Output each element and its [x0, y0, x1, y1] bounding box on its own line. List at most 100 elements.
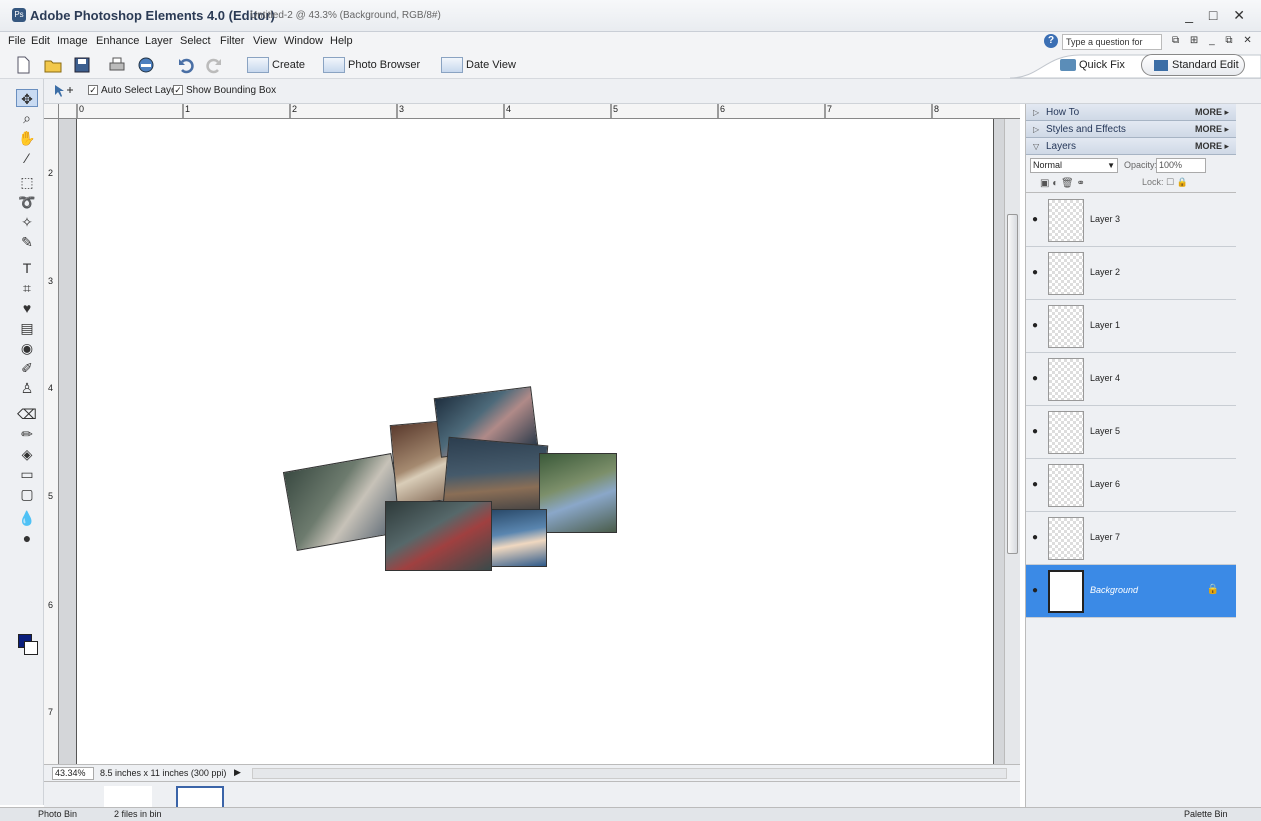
photo-layer-4[interactable]: [539, 453, 617, 533]
standard-edit-button[interactable]: Standard Edit: [1141, 54, 1245, 76]
tool-options-bar: ✓ Auto Select Layer ✓ Show Bounding Box: [0, 79, 1261, 104]
sponge-tool-icon[interactable]: ●: [16, 529, 38, 547]
canvas-horizontal-scrollbar[interactable]: [252, 768, 1007, 779]
move-tool-preset-icon[interactable]: [52, 83, 74, 99]
visibility-eye-icon[interactable]: ●: [1032, 320, 1038, 331]
layer-row[interactable]: ● Layer 1: [1026, 300, 1237, 353]
zoom-field[interactable]: 43.34%: [52, 767, 94, 780]
layer-row[interactable]: ● Layer 5: [1026, 406, 1237, 459]
clone-stamp-tool-icon[interactable]: ♙: [16, 379, 38, 397]
layer-row[interactable]: ● Layer 7: [1026, 512, 1237, 565]
print-icon[interactable]: [108, 56, 126, 74]
bin-thumbnail-2[interactable]: [176, 786, 224, 809]
layers-more-button[interactable]: MORE ▸: [1195, 138, 1229, 155]
new-file-icon[interactable]: [14, 56, 32, 74]
selection-brush-tool-icon[interactable]: ✎: [16, 233, 38, 251]
eyedropper-tool-icon[interactable]: ⁄: [16, 149, 38, 167]
straighten-tool-icon[interactable]: ▤: [16, 319, 38, 337]
create-button[interactable]: Create: [247, 57, 305, 73]
layer-row[interactable]: ● Layer 6: [1026, 459, 1237, 512]
palette-bin-toggle[interactable]: Palette Bin: [1184, 809, 1228, 819]
document-canvas[interactable]: [76, 119, 994, 764]
blur-tool-icon[interactable]: 💧: [16, 509, 38, 527]
photo-layer-5[interactable]: [385, 501, 492, 571]
menu-edit[interactable]: Edit: [31, 35, 50, 47]
layer-name: Layer 1: [1090, 320, 1121, 330]
visibility-eye-icon[interactable]: ●: [1032, 214, 1038, 225]
status-menu-arrow-icon[interactable]: ▶: [234, 767, 241, 778]
share-icon[interactable]: [137, 56, 155, 74]
layer-thumbnail: [1048, 411, 1084, 454]
bin-thumbnail-1[interactable]: [104, 786, 152, 809]
help-search-input[interactable]: Type a question for help: [1062, 34, 1162, 61]
eraser-tool-icon[interactable]: ⌫: [16, 405, 38, 423]
date-view-button[interactable]: Date View: [441, 57, 516, 73]
open-folder-icon[interactable]: [44, 56, 62, 74]
app-logo-icon: Ps: [12, 8, 26, 22]
menu-layer[interactable]: Layer: [145, 35, 173, 47]
visibility-eye-icon[interactable]: ●: [1032, 532, 1038, 543]
layer-row-background[interactable]: ● Background 🔒: [1026, 565, 1237, 618]
opacity-label: Opacity:: [1124, 160, 1158, 170]
marquee-tool-icon[interactable]: ⬚: [16, 173, 38, 191]
how-to-palette-header[interactable]: ▷ How To MORE ▸: [1026, 104, 1237, 121]
undo-icon[interactable]: [177, 56, 195, 74]
menu-filter[interactable]: Filter: [220, 35, 244, 47]
show-bounding-box-checkbox[interactable]: ✓ Show Bounding Box: [173, 85, 276, 96]
menu-window[interactable]: Window: [284, 35, 323, 47]
how-to-more-button[interactable]: MORE ▸: [1195, 104, 1229, 121]
layers-palette-header[interactable]: ▽ Layers MORE ▸: [1026, 138, 1237, 155]
styles-effects-palette-header[interactable]: ▷ Styles and Effects MORE ▸: [1026, 121, 1237, 138]
menu-image[interactable]: Image: [57, 35, 88, 47]
gradient-tool-icon[interactable]: ▭: [16, 465, 38, 483]
layer-row[interactable]: ● Layer 3: [1026, 194, 1237, 247]
cookie-cutter-tool-icon[interactable]: ♥: [16, 299, 38, 317]
magic-wand-tool-icon[interactable]: ✧: [16, 213, 38, 231]
canvas-scroll-thumb[interactable]: [1007, 214, 1018, 554]
paint-bucket-tool-icon[interactable]: ◈: [16, 445, 38, 463]
photo-bin-toggle[interactable]: Photo Bin: [38, 809, 77, 819]
layer-row[interactable]: ● Layer 4: [1026, 353, 1237, 406]
quick-fix-button[interactable]: Quick Fix: [1060, 55, 1134, 75]
layer-name: Layer 4: [1090, 373, 1121, 383]
visibility-eye-icon[interactable]: ●: [1032, 585, 1038, 596]
menu-help[interactable]: Help: [330, 35, 353, 47]
move-tool-icon[interactable]: ✥: [16, 89, 38, 107]
layer-name: Layer 2: [1090, 267, 1121, 277]
shape-tool-icon[interactable]: ▢: [16, 485, 38, 503]
window-controls[interactable]: _ □ ✕: [1185, 7, 1251, 24]
photo-bin: [44, 781, 1020, 809]
red-eye-tool-icon[interactable]: ◉: [16, 339, 38, 357]
document-window-controls[interactable]: ⧉ ⊞ _ ⧉ ✕: [1172, 35, 1256, 46]
visibility-eye-icon[interactable]: ●: [1032, 373, 1038, 384]
menu-file[interactable]: File: [8, 35, 26, 47]
menu-view[interactable]: View: [253, 35, 277, 47]
brush-tool-icon[interactable]: ✏: [16, 425, 38, 443]
vruler-label-5: 5: [48, 491, 54, 501]
lasso-tool-icon[interactable]: ➰: [16, 193, 38, 211]
visibility-eye-icon[interactable]: ●: [1032, 267, 1038, 278]
save-icon[interactable]: [73, 56, 91, 74]
crop-tool-icon[interactable]: ⌗: [16, 279, 38, 297]
hand-tool-icon[interactable]: ✋: [16, 129, 38, 147]
layer-name: Layer 7: [1090, 532, 1121, 542]
type-tool-icon[interactable]: T: [16, 259, 38, 277]
layer-action-icons[interactable]: ▣ ◐ 🗑 ⚭: [1040, 178, 1085, 189]
palette-scrollbar[interactable]: [1236, 104, 1261, 807]
photo-browser-button[interactable]: Photo Browser: [323, 57, 420, 73]
blend-mode-select[interactable]: Normal ▼: [1030, 158, 1118, 173]
canvas-vertical-scrollbar[interactable]: [1004, 119, 1020, 764]
styles-more-button[interactable]: MORE ▸: [1195, 121, 1229, 138]
zoom-tool-icon[interactable]: ⌕: [16, 109, 38, 127]
layer-row[interactable]: ● Layer 2: [1026, 247, 1237, 300]
background-color-swatch[interactable]: [24, 641, 38, 655]
redo-icon[interactable]: [205, 56, 223, 74]
auto-select-layer-checkbox[interactable]: ✓ Auto Select Layer: [88, 85, 180, 96]
photo-layer-7[interactable]: [491, 509, 547, 567]
menu-select[interactable]: Select: [180, 35, 211, 47]
spot-healing-tool-icon[interactable]: ✐: [16, 359, 38, 377]
visibility-eye-icon[interactable]: ●: [1032, 479, 1038, 490]
menu-enhance[interactable]: Enhance: [96, 35, 139, 47]
visibility-eye-icon[interactable]: ●: [1032, 426, 1038, 437]
opacity-field[interactable]: 100%: [1156, 158, 1206, 173]
